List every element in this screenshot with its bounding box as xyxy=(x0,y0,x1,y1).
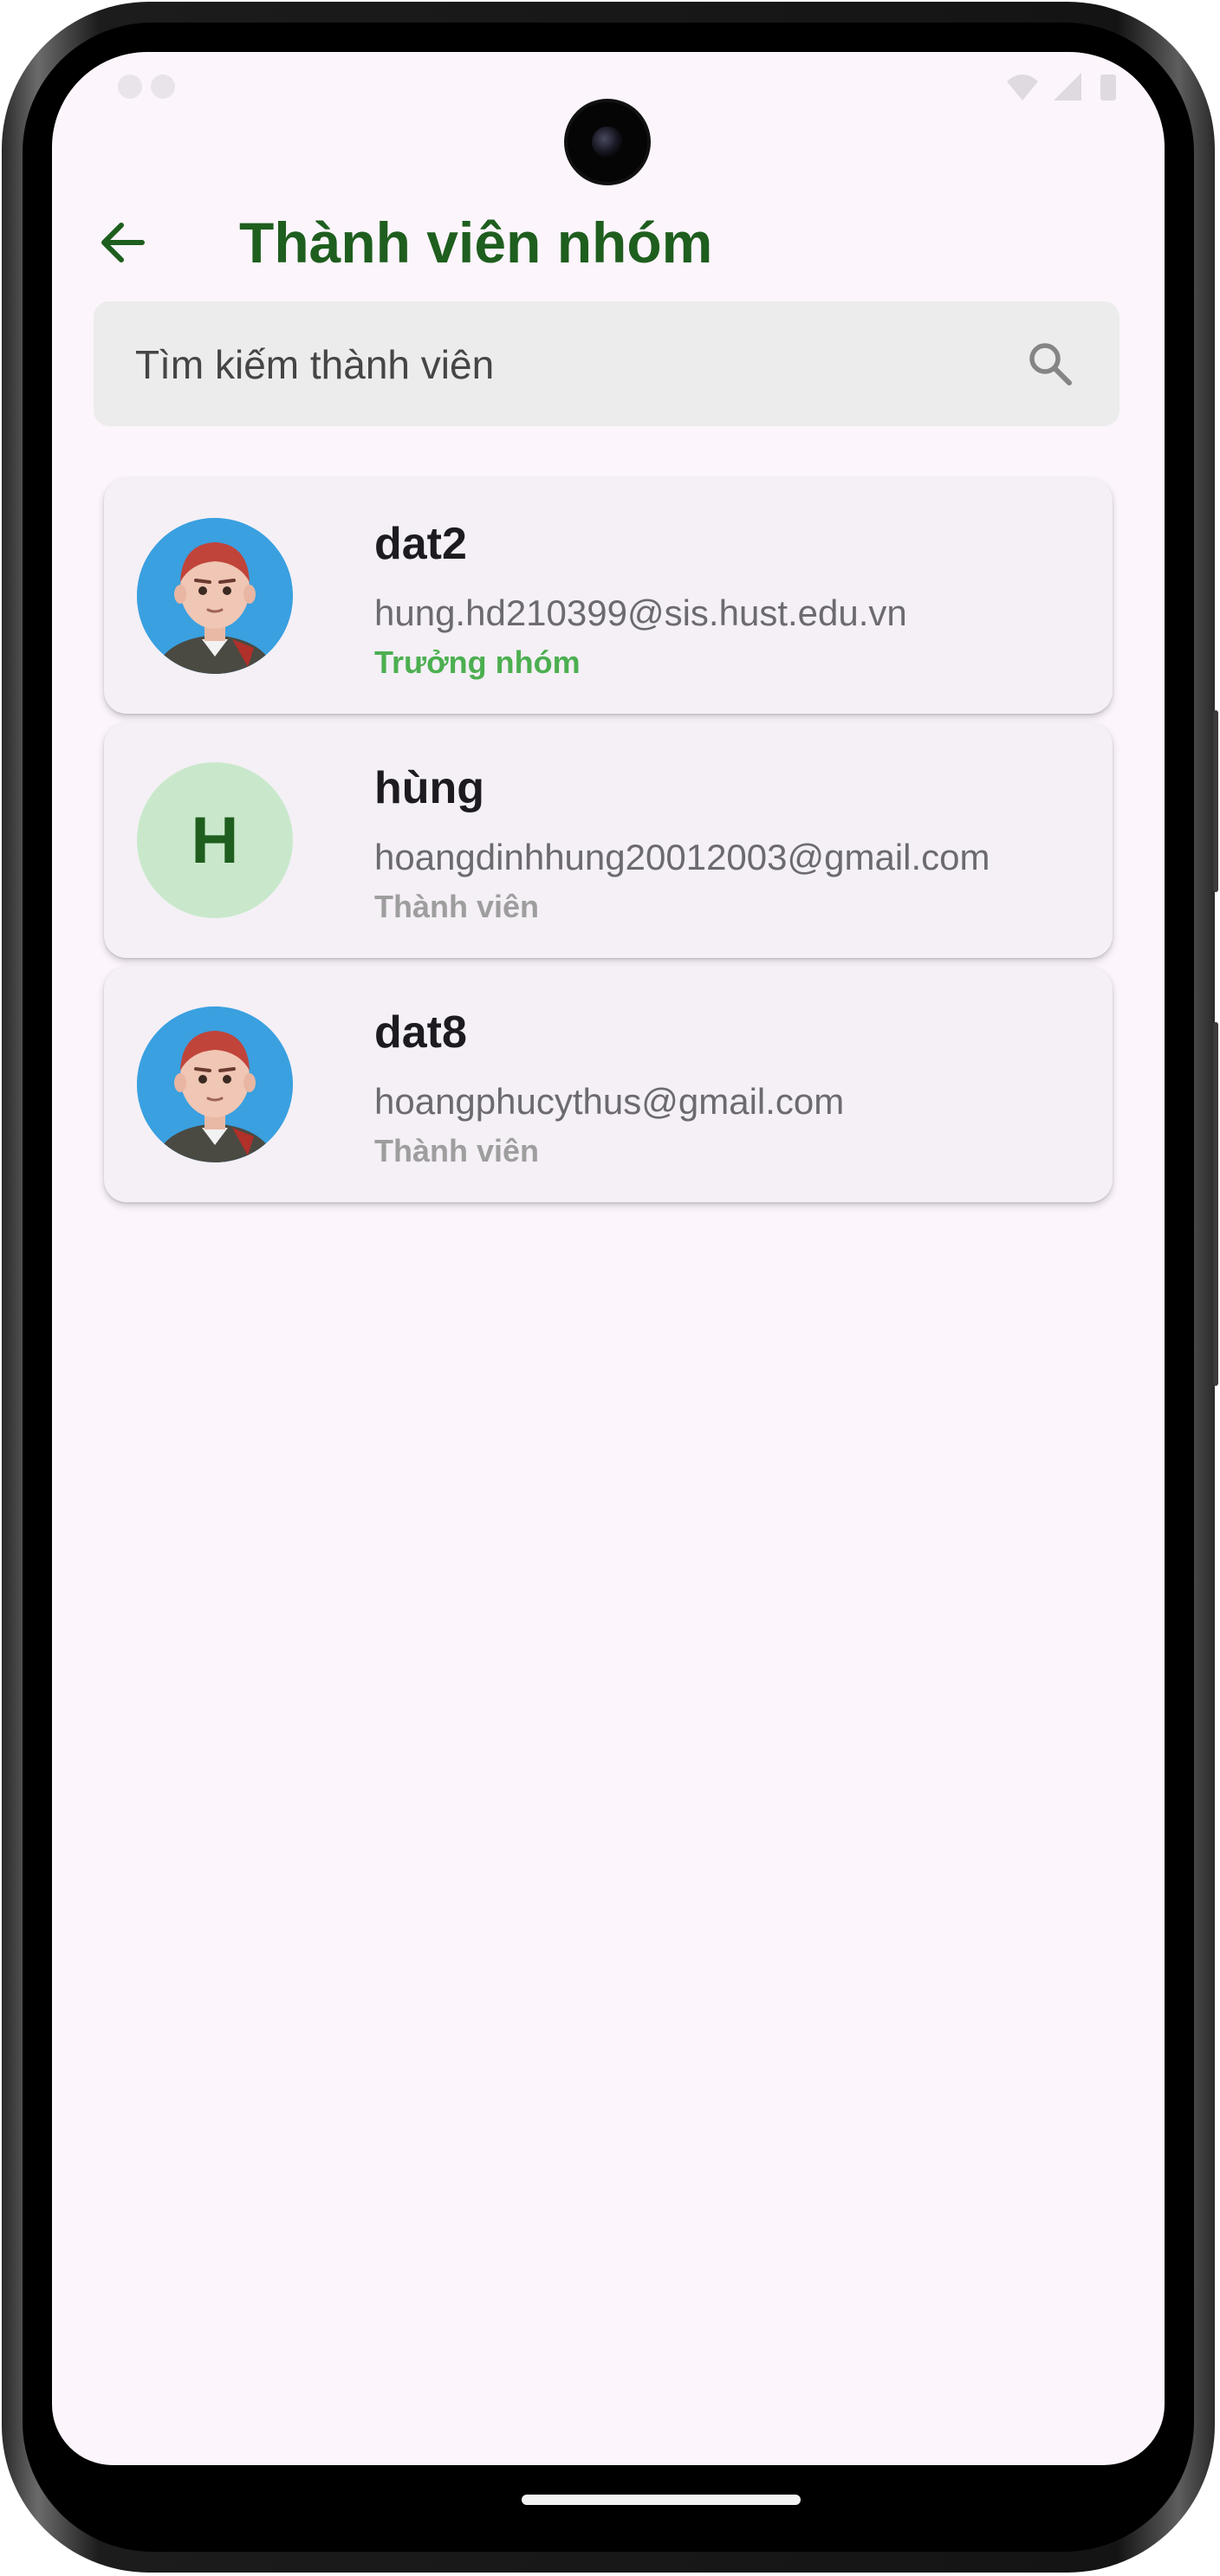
3d-character-avatar-icon xyxy=(137,518,293,674)
member-role: Thành viên xyxy=(374,889,540,924)
member-role: Thành viên xyxy=(374,1133,540,1168)
member-name: dat2 xyxy=(374,519,467,569)
front-camera xyxy=(568,102,647,182)
member-card[interactable]: H hùng hoangdinhhung20012003@gmail.com T… xyxy=(104,722,1113,958)
search-bar[interactable] xyxy=(94,301,1119,428)
search-input[interactable] xyxy=(133,301,1003,428)
battery-icon xyxy=(1100,74,1116,100)
system-status-icons xyxy=(1005,69,1121,104)
wifi-icon xyxy=(1007,74,1038,100)
back-button[interactable] xyxy=(95,215,151,270)
search-icon[interactable] xyxy=(1024,338,1076,390)
arrow-back-icon xyxy=(101,223,145,262)
member-avatar xyxy=(137,518,293,674)
member-avatar: H xyxy=(137,762,293,918)
member-card[interactable]: dat2 hung.hd210399@sis.hust.edu.vn Trưởn… xyxy=(104,478,1113,714)
3d-character-avatar-icon xyxy=(137,1006,293,1162)
phone-side-button xyxy=(1213,710,1218,892)
page-title: Thành viên nhóm xyxy=(239,210,713,275)
app-screen: Thành viên nhóm Tìm kiếm thành viên dat2… xyxy=(52,52,1165,2465)
signal-icon xyxy=(1054,73,1081,100)
member-email: hung.hd210399@sis.hust.edu.vn xyxy=(374,592,907,633)
home-indicator[interactable] xyxy=(522,2495,801,2505)
phone-side-button xyxy=(1213,1022,1218,1386)
settings-status-icon xyxy=(113,69,182,108)
member-email: hoangdinhhung20012003@gmail.com xyxy=(374,837,990,877)
member-name: dat8 xyxy=(374,1007,467,1058)
member-avatar xyxy=(137,1006,293,1162)
camera-lens xyxy=(592,126,623,158)
navigation-bar xyxy=(52,2465,1165,2517)
member-name: hùng xyxy=(374,763,485,813)
member-card[interactable]: dat8 hoangphucythus@gmail.com Thành viên xyxy=(104,967,1113,1202)
member-role: Trưởng nhóm xyxy=(374,644,581,680)
member-email: hoangphucythus@gmail.com xyxy=(374,1081,845,1122)
